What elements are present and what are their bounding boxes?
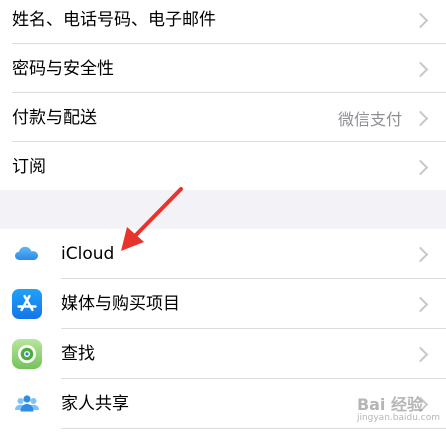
settings-row-label: 姓名、电话号码、电子邮件 [12, 9, 216, 30]
watermark-text: Bai 经验 [356, 395, 423, 414]
row-separator [61, 428, 446, 429]
settings-row-payment-shipping[interactable]: 付款与配送 微信支付 [0, 93, 446, 142]
icloud-icon [12, 239, 42, 269]
chevron-right-icon [412, 159, 429, 175]
app-store-icon [12, 288, 42, 319]
chevron-right-icon [412, 110, 429, 126]
chevron-right-icon [412, 346, 429, 362]
chevron-right-icon [412, 61, 429, 77]
settings-row-icloud[interactable]: iCloud [0, 229, 446, 278]
account-settings-group: 姓名、电话号码、电子邮件 密码与安全性 付款与配送 微信支付 订阅 [0, 0, 446, 190]
payment-method-value: 微信支付 [337, 109, 402, 129]
settings-row-label: iCloud [61, 243, 115, 264]
watermark-subtext: jingyan.baidu.com [356, 413, 440, 423]
settings-row-label: 付款与配送 [12, 107, 97, 128]
settings-row-find-my[interactable]: 查找 [0, 329, 446, 378]
chevron-right-icon [412, 296, 429, 312]
family-sharing-icon [12, 388, 42, 419]
settings-row-label: 密码与安全性 [12, 58, 114, 79]
settings-row-label: 查找 [61, 343, 95, 364]
settings-row-password-security[interactable]: 密码与安全性 [0, 44, 446, 93]
settings-row-media-purchases[interactable]: 媒体与购买项目 [0, 279, 446, 328]
settings-row-label: 订阅 [12, 156, 46, 177]
chevron-right-icon [412, 12, 429, 28]
settings-row-label: 媒体与购买项目 [61, 293, 180, 314]
find-my-icon [12, 338, 42, 369]
baidu-watermark: Bai 经验 jingyan.baidu.com [357, 391, 440, 423]
settings-row-subscriptions[interactable]: 订阅 [0, 142, 446, 191]
chevron-right-icon [412, 246, 429, 262]
settings-row-label: 家人共享 [61, 393, 129, 414]
settings-row-name-phone-email[interactable]: 姓名、电话号码、电子邮件 [0, 0, 446, 44]
